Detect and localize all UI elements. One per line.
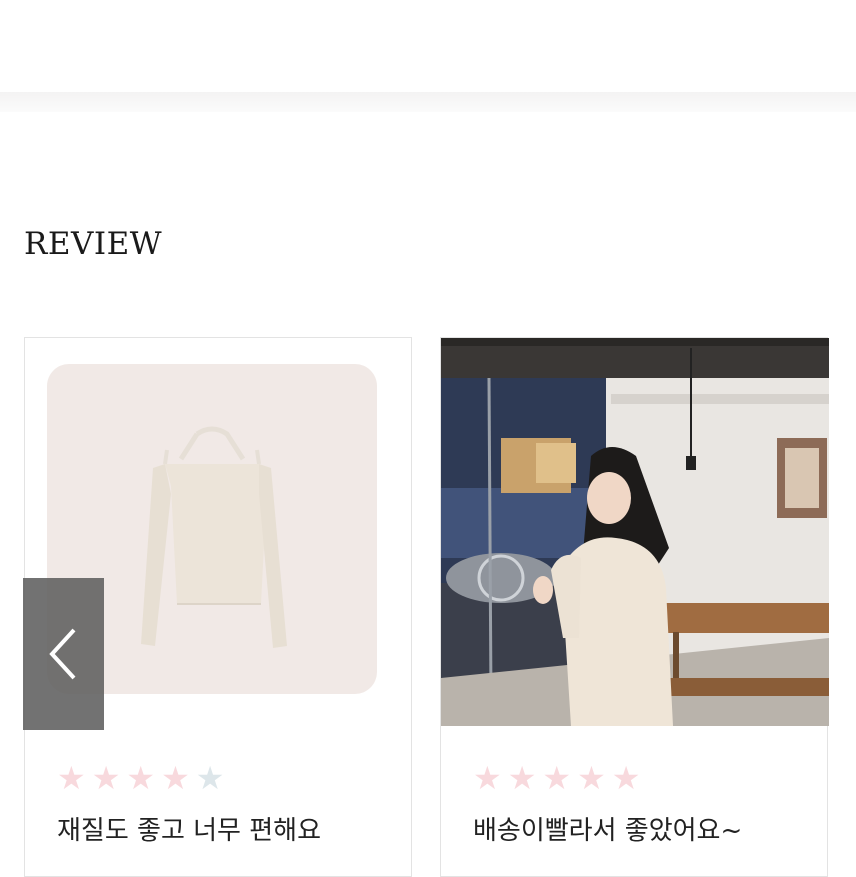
star-icon: ★ xyxy=(126,759,156,797)
star-icon: ★ xyxy=(473,759,502,797)
review-text[interactable]: 배송이빨라서 좋았어요~ xyxy=(473,810,742,847)
star-icon: ★ xyxy=(542,759,572,797)
review-card[interactable]: ★ ★ ★ ★ ★ 배송이빨라서 좋았어요~ xyxy=(440,337,829,877)
header-divider-band xyxy=(0,92,856,112)
review-photo[interactable] xyxy=(441,338,829,726)
star-icon: ★ xyxy=(195,759,225,797)
section-title: REVIEW xyxy=(24,226,163,262)
star-icon: ★ xyxy=(161,759,190,797)
carousel-prev-button[interactable] xyxy=(23,578,104,730)
review-text[interactable]: 재질도 좋고 너무 편해요 xyxy=(57,810,321,847)
star-icon: ★ xyxy=(91,759,121,797)
rating-stars: ★ ★ ★ ★ ★ xyxy=(57,762,224,794)
star-icon: ★ xyxy=(57,759,86,797)
cafe-photo xyxy=(441,338,829,726)
chevron-left-icon xyxy=(48,628,75,680)
star-icon: ★ xyxy=(611,759,641,797)
star-icon: ★ xyxy=(507,759,537,797)
star-icon: ★ xyxy=(577,759,606,797)
rating-stars: ★ ★ ★ ★ ★ xyxy=(473,762,640,794)
